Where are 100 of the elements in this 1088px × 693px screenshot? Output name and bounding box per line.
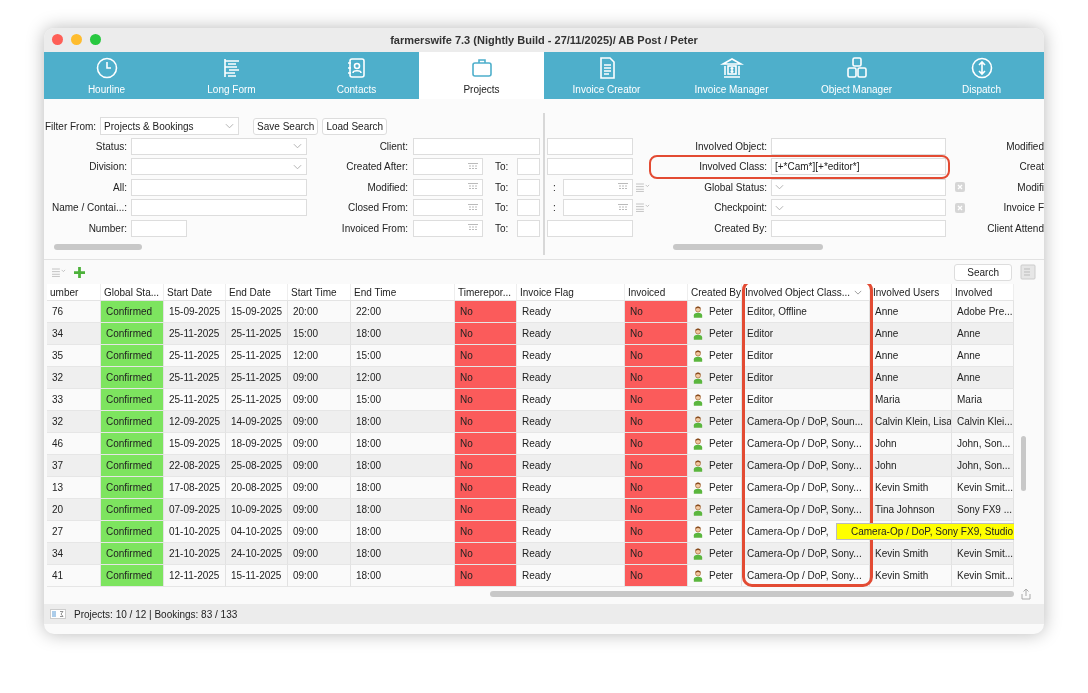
column-header[interactable]: Global Sta... (101, 284, 164, 300)
status-text: Projects: 10 / 12 | Bookings: 83 / 133 (74, 608, 238, 620)
table-cell: Confirmed (101, 323, 164, 345)
close-icon[interactable] (52, 34, 63, 45)
field-label: Client Attend (986, 222, 1044, 234)
column-header[interactable]: Start Date (164, 284, 226, 300)
date-field[interactable] (517, 178, 540, 196)
person-icon (693, 305, 703, 318)
input-field[interactable]: [+*Cam*][+*editor*] (771, 158, 946, 175)
field-label: Closed From: (347, 202, 408, 213)
scrollbar-thumb[interactable] (54, 244, 142, 250)
column-header[interactable]: End Date (226, 284, 288, 300)
date-field[interactable] (413, 219, 483, 237)
person-icon (693, 327, 703, 340)
calendar-icon (468, 224, 478, 232)
clear-icon[interactable] (955, 202, 965, 213)
field-label: : (552, 181, 557, 193)
field-label: Checkpoint: (713, 202, 767, 213)
list-menu-icon[interactable] (636, 203, 650, 212)
date-field[interactable] (413, 178, 483, 196)
table-cell: No (455, 543, 517, 565)
field-label: Client: (378, 140, 408, 152)
person-icon (693, 503, 703, 516)
date-field[interactable] (413, 199, 483, 216)
column-header[interactable]: End Time (351, 284, 455, 300)
input-field[interactable] (771, 137, 946, 155)
table-cell: No (455, 477, 517, 499)
chevron-icon (775, 184, 784, 190)
table-cell: No (455, 565, 517, 587)
summary-icon[interactable] (50, 609, 66, 619)
field-label: To: (495, 161, 509, 172)
arrows-circle-icon (969, 56, 994, 80)
table-cell: No (625, 521, 688, 543)
save-search-button[interactable]: Save Search (253, 117, 319, 135)
calendar-icon (468, 203, 478, 212)
column-header[interactable]: Involved (952, 284, 1014, 300)
table-cell: No (455, 455, 517, 477)
field-label: Involved Class: (698, 161, 767, 172)
tab[interactable]: Projects (419, 52, 544, 99)
column-header[interactable]: Involved Object Class... (742, 284, 870, 300)
scrollbar-thumb[interactable] (1021, 436, 1026, 491)
date-field[interactable] (563, 199, 633, 216)
field-label: Modifi (1016, 181, 1044, 193)
table-cell: Peter (709, 416, 733, 427)
tooltip: Camera-Op / DoP, Sony FX9, Studio (836, 523, 1014, 540)
input-field[interactable] (131, 219, 187, 237)
input-field[interactable] (131, 178, 307, 196)
column-settings-icon[interactable] (1020, 264, 1036, 280)
list-menu-icon[interactable] (636, 182, 650, 192)
table-cell: 15-11-2025 (226, 565, 288, 587)
date-field[interactable] (517, 158, 540, 175)
clear-icon[interactable] (955, 182, 965, 192)
column-header[interactable]: Invoiced (625, 284, 688, 300)
search-button[interactable]: Search (954, 263, 1012, 281)
calendar-icon (618, 203, 628, 212)
table-cell: Confirmed (101, 301, 164, 323)
input-field[interactable] (131, 199, 307, 216)
share-icon[interactable] (1020, 588, 1032, 600)
column-header[interactable]: Invoice Flag (517, 284, 625, 300)
chevron-icon (225, 123, 235, 129)
input-field[interactable] (547, 137, 633, 155)
input-field[interactable] (413, 137, 540, 155)
date-field[interactable] (517, 219, 540, 237)
table-cell: No (455, 389, 517, 411)
date-field[interactable] (413, 158, 483, 175)
date-field[interactable] (563, 178, 633, 196)
table-cell: Peter (709, 460, 733, 471)
scrollbar-thumb[interactable] (490, 591, 1014, 597)
table-cell: Peter (709, 504, 733, 515)
table-cell: Confirmed (101, 477, 164, 499)
load-search-button[interactable]: Load Search (322, 117, 388, 135)
column-header[interactable]: Created By (688, 284, 742, 300)
list-menu-icon[interactable] (52, 267, 66, 277)
add-icon[interactable] (74, 266, 85, 278)
input-field[interactable] (771, 219, 946, 237)
column-header[interactable]: Involved Users (870, 284, 952, 300)
field-label: Created By: (713, 222, 767, 234)
table-cell: Peter (709, 548, 733, 559)
filter-from-dropdown[interactable]: Projects & Bookings (100, 117, 240, 135)
field-label: Global Status: (703, 181, 767, 193)
scrollbar-thumb[interactable] (673, 244, 823, 250)
field-label: Created After: (345, 161, 408, 172)
column-header[interactable]: Timerepor... (455, 284, 517, 300)
chevron-icon (293, 163, 302, 170)
input-field[interactable] (547, 219, 633, 237)
chevron-icon (293, 143, 302, 149)
person-icon (693, 371, 703, 384)
table-cell: Confirmed (101, 499, 164, 521)
minimize-icon[interactable] (71, 34, 82, 45)
field-label: Status: (94, 140, 127, 152)
column-header[interactable]: Start Time (288, 284, 351, 300)
zoom-icon[interactable] (90, 34, 101, 45)
table-cell: No (625, 301, 688, 323)
date-field[interactable] (517, 199, 540, 216)
table-cell: Peter (709, 570, 733, 581)
input-field[interactable] (547, 158, 633, 175)
table-cell: Kevin Smit... (952, 565, 1014, 587)
column-header[interactable]: umber (47, 284, 101, 300)
field-label: Involved Object: (694, 140, 767, 152)
table-cell: Confirmed (101, 433, 164, 455)
